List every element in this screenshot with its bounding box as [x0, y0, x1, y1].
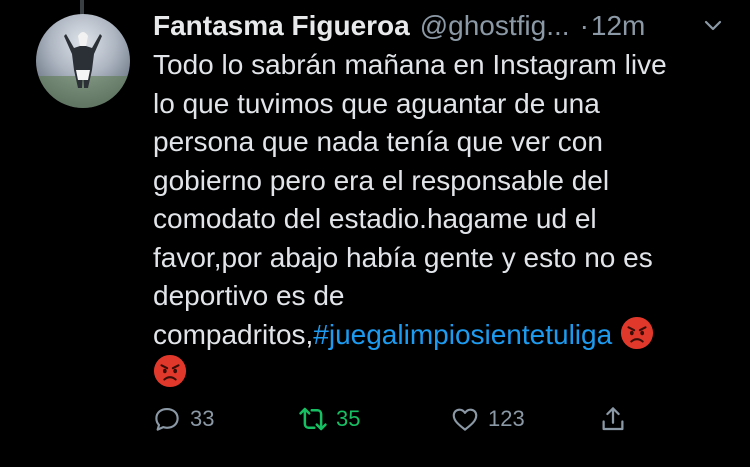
reply-count: 33	[190, 406, 215, 431]
like-button[interactable]: 123	[450, 404, 525, 434]
tweet-text-fragment: compadritos,	[153, 318, 314, 350]
tweet-line: Todo lo sabrán mañana en Instagram live	[153, 49, 667, 80]
angry-face-emoji-icon	[153, 354, 187, 388]
chevron-down-icon[interactable]	[701, 14, 725, 38]
retweet-count: 35	[336, 406, 361, 431]
tweet-line: lo que tuvimos que aguantar de una	[153, 87, 600, 119]
avatar-image	[36, 32, 130, 108]
heart-icon	[452, 408, 478, 431]
tweet-line: deportivo es de	[153, 280, 345, 311]
user-handle[interactable]: @ghostfig...	[420, 10, 570, 42]
tweet-line: persona que nada tenía que ver con	[153, 126, 603, 157]
hashtag-link[interactable]: #juegalimpiosientetuliga	[313, 319, 612, 350]
tweet-actions: 33 35 123	[152, 404, 742, 444]
reply-icon	[155, 407, 179, 431]
tweet-line-emoji	[153, 354, 733, 393]
like-count: 123	[488, 406, 525, 431]
tweet-header: Fantasma Figueroa @ghostfig... · 12m	[153, 8, 733, 44]
retweet-icon	[299, 407, 327, 431]
tweet-text: Todo lo sabrán mañana en Instagram live …	[153, 46, 733, 393]
tweet-line: comodato del estadio.hagame ud el	[153, 203, 597, 234]
reply-button[interactable]: 33	[152, 404, 214, 434]
angry-face-emoji-icon	[620, 316, 654, 349]
timestamp[interactable]: 12m	[591, 10, 645, 42]
retweet-button[interactable]: 35	[298, 404, 360, 434]
tweet-line: gobierno pero era el responsable del	[153, 164, 610, 196]
display-name[interactable]: Fantasma Figueroa	[153, 10, 410, 42]
share-button[interactable]	[598, 404, 636, 434]
separator-dot: ·	[579, 10, 589, 41]
avatar[interactable]	[36, 14, 130, 108]
tweet-line: favor,por abajo había gente y esto no es	[153, 241, 653, 273]
tweet-line-with-hashtag: compadritos,#juegalimpiosientetuliga	[153, 316, 733, 355]
share-icon	[602, 407, 624, 431]
